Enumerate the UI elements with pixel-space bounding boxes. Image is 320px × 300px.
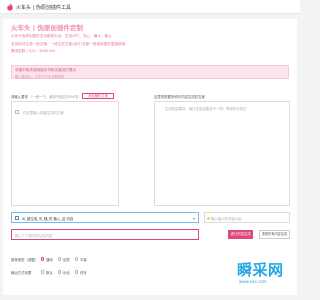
- reset-button[interactable]: 重置所有内容生成: [259, 230, 290, 239]
- embed-content-input[interactable]: 输入嵌入的内容以后: [204, 212, 290, 223]
- app-title: 火车头 | 伪原创插件工具: [16, 5, 71, 11]
- radio-label: 创意: [63, 258, 70, 262]
- radio-option-balanced[interactable]: [75, 257, 79, 261]
- watermark-sub: www.xxx.com: [239, 279, 267, 284]
- recommend-type-row: 推荐类型（调整） 通用 创意 平衡: [11, 256, 161, 262]
- embed-content-placeholder: 输入嵌入的内容以后: [211, 217, 242, 222]
- option-label: 改写: [80, 271, 87, 275]
- output-textarea[interactable]: 生成的结果将，每行生成结果会不一样！等待执行测试: [154, 101, 290, 206]
- watermark-text: 瞬采网: [237, 261, 284, 279]
- keyword-select[interactable]: AI_被生成_写_随_时 输入_这 内容 ▾: [11, 212, 199, 223]
- output-placeholder: 生成的结果将，每行生成结果会不一样！等待执行测试: [165, 107, 247, 111]
- option-default-checkbox[interactable]: [41, 270, 45, 274]
- recommend-type-label: 推荐类型（调整）: [11, 258, 39, 262]
- hero-line: 需求定制 | V/Q：3285164: [11, 49, 55, 54]
- input-textarea[interactable]: 在这里输入标题生成的文案: [11, 101, 119, 206]
- option-label: 优化: [63, 271, 70, 275]
- radio-option-creative[interactable]: [58, 257, 62, 261]
- flame-logo-icon: [7, 3, 13, 11]
- hero-block: 火车头 | 伪原创插件定制 火车头伪原创插件支持各种平台：支持GPT、文心、通义…: [11, 22, 151, 54]
- input-placeholder: 在这里输入标题生成的文案: [23, 111, 64, 115]
- title-checkbox[interactable]: [15, 110, 19, 114]
- watermark: 瞬采网 www.xxx.com: [215, 259, 297, 289]
- notice-banner: 非偶尔相关使用指示代码文案进行提示 输入要点后，点击下方出对要发布: [11, 65, 289, 79]
- radio-label: 通用: [46, 258, 53, 262]
- output-mode-label: 输出方式设置: [11, 271, 32, 275]
- notice-sub-text: 输入要点后，点击下方出对要发布: [15, 74, 65, 79]
- article-input[interactable]: 输入个人想写的以后内容: [11, 229, 199, 240]
- chevron-down-icon: ▾: [192, 215, 195, 221]
- hero-line: 支持自动生成一段文案，一段生成文案(自行)文案一段使用插件直接使用: [11, 41, 126, 46]
- input-label-text: 请输入要求: [11, 95, 28, 99]
- notice-main-text: 非偶尔相关使用指示代码文案进行提示: [15, 68, 77, 72]
- radio-option-general[interactable]: [41, 257, 45, 261]
- top-bar: 火车头 | 伪原创插件工具: [0, 0, 300, 14]
- option-label: 默认: [46, 271, 53, 275]
- radio-label: 平衡: [80, 258, 87, 262]
- keyword-value: AI_被生成_写_随_时 输入_这 内容: [22, 217, 74, 222]
- add-random-text-button[interactable]: 添加随机文案: [82, 93, 114, 99]
- option-rewrite-checkbox[interactable]: [75, 270, 79, 274]
- hero-title: 火车头 | 伪原创插件定制: [11, 24, 83, 32]
- bulb-icon: [207, 216, 210, 220]
- option-optimize-checkbox[interactable]: [58, 270, 62, 274]
- tag-icon: [15, 216, 19, 220]
- main-panel: 火车头 | 伪原创插件定制 火车头伪原创插件支持各种平台：支持GPT、文心、通义…: [3, 19, 297, 295]
- article-placeholder: 输入个人想写的以后内容: [15, 234, 53, 239]
- hero-line: 火车头伪原创插件支持各种平台：支持GPT、文心、通义、星火: [11, 34, 112, 39]
- output-label: 这里将根据所填写内容生成的文案: [154, 95, 205, 99]
- generate-button[interactable]: 进行内容生成: [228, 230, 253, 239]
- output-mode-row: 输出方式设置 默认 优化 改写: [11, 269, 161, 275]
